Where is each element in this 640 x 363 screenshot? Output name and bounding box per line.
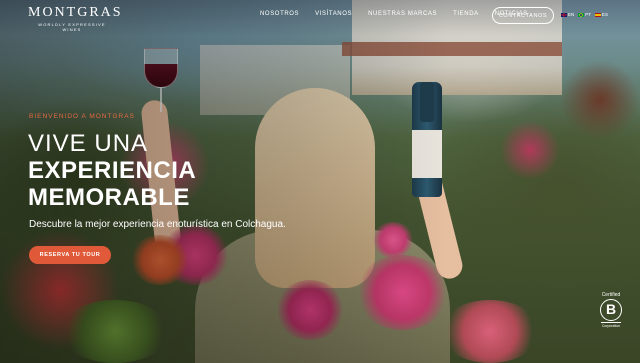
- flag-brazil-icon: [578, 12, 585, 17]
- nav-item-nuestras-marcas[interactable]: NUESTRAS MARCAS: [368, 11, 437, 17]
- b-corp-corporation-label: Corporation: [601, 324, 621, 328]
- flag-uk-icon: [561, 12, 567, 17]
- language-pt[interactable]: PT: [578, 12, 591, 17]
- hero-subtitle: Descubre la mejor experiencia enoturísti…: [29, 219, 286, 230]
- brand-tagline: WORLDLY EXPRESSIVE WINES: [38, 22, 106, 32]
- language-en[interactable]: EN: [561, 12, 574, 17]
- language-es-label: ES: [602, 12, 609, 17]
- brand-logo[interactable]: MONTGRAS WORLDLY EXPRESSIVE WINES: [28, 5, 123, 32]
- book-tour-button[interactable]: RESERVA TU TOUR: [29, 246, 111, 264]
- nav-item-nosotros[interactable]: NOSOTROS: [260, 11, 299, 17]
- hero-heading-light: VIVE UNA: [28, 130, 149, 157]
- hero-heading-bold-2: MEMORABLE: [28, 184, 190, 211]
- b-corp-badge: Certified B Corporation: [597, 292, 625, 328]
- language-es[interactable]: ES: [595, 12, 608, 17]
- brand-name: MONTGRAS: [28, 5, 123, 20]
- hero-eyebrow: BIENVENIDO A MONTGRAS: [29, 113, 135, 120]
- hero-heading-bold-1: EXPERIENCIA: [28, 157, 197, 184]
- language-switcher: EN PT ES: [561, 12, 608, 17]
- b-corp-certified-label: Certified: [601, 292, 621, 298]
- language-en-label: EN: [568, 12, 575, 17]
- nav-item-visitanos[interactable]: VISÍTANOS: [315, 11, 352, 17]
- nav-item-tienda[interactable]: TIENDA: [453, 11, 479, 17]
- contact-button[interactable]: CONTÁCTANOS: [492, 7, 554, 24]
- language-pt-label: PT: [585, 12, 592, 17]
- flag-spain-icon: [595, 12, 602, 17]
- b-corp-divider: [601, 322, 621, 323]
- b-corp-icon: B: [600, 299, 622, 321]
